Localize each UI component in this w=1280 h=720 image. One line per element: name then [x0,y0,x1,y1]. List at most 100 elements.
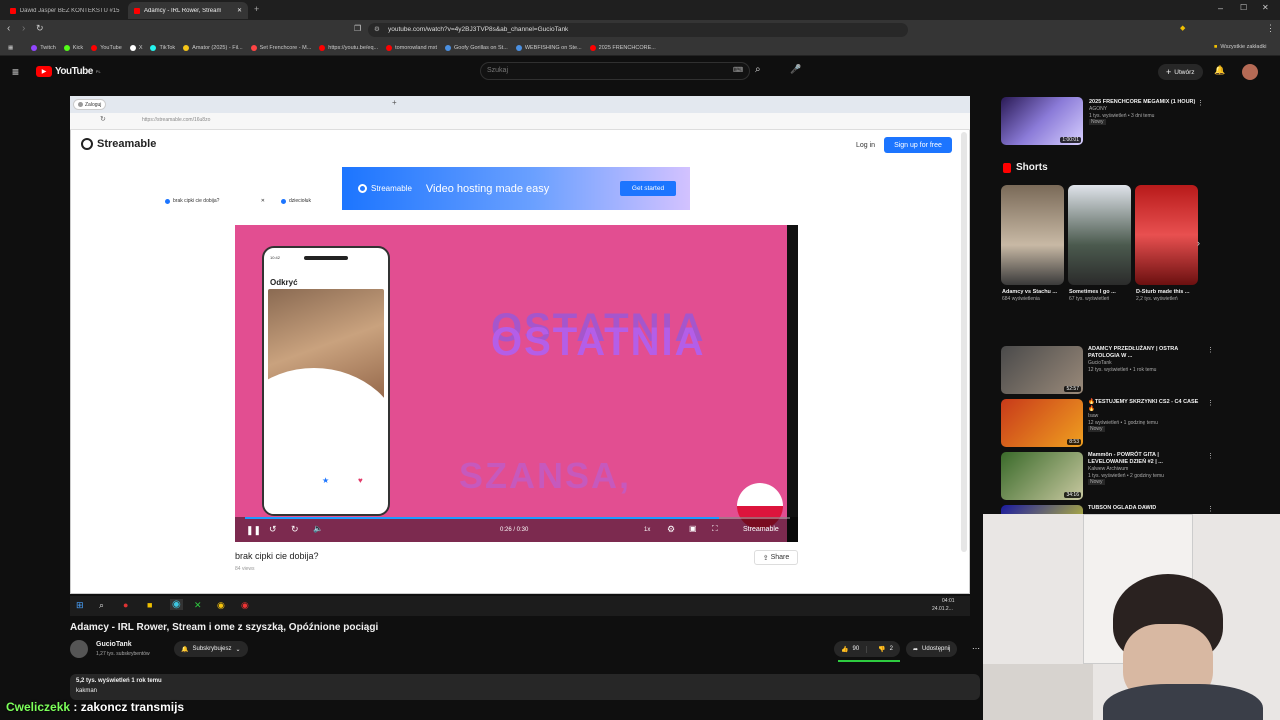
xbox-icon[interactable]: ✕ [194,600,202,611]
close-tab-icon[interactable]: ✕ [261,198,265,204]
bookmark-item[interactable]: 2025 FRENCHCORE... [589,44,656,51]
bookmark-item[interactable]: YouTube [91,44,122,51]
short-meta[interactable]: D-Sturb made this ... 2,2 tys. wyświetleń [1136,289,1194,303]
playback-speed[interactable]: 1x [644,527,650,533]
embedded-tab-active[interactable]: brak cipki cie dobija? ✕ [160,194,270,208]
related-video[interactable]: 8:53 🔥TESTUJEMY SKRZYNKI CS2 - C4 CASE🔥 Is… [1001,399,1276,451]
close-window-icon[interactable]: ✕ [1262,3,1269,12]
related-video[interactable]: 34:16 Mammôn - POWRÓT GITA | LEVELOWANIE … [1001,452,1276,504]
embedded-login-button[interactable]: Zaloguj [73,99,107,110]
thumbs-down-icon: 👎 [878,646,886,653]
browser-tab-active[interactable]: Adamcy - IRL Rower, Stream ✕ [128,2,248,19]
bookmark-item[interactable]: Twitch [31,44,56,51]
like-button[interactable]: 👍 90 [834,645,868,653]
progress-track[interactable] [245,517,790,519]
bookmark-item[interactable]: X [129,44,142,51]
bookmark-item[interactable]: WEBFISHING on Ste... [515,44,582,51]
bookmark-item[interactable]: Goofy Gorillas on St... [445,44,508,51]
new-tab-icon[interactable]: + [392,98,397,107]
channel-name[interactable]: GucioTank [96,641,132,648]
keyboard-icon[interactable]: ⌨ [733,63,743,79]
bookmark-item[interactable]: Amator (2025) - Fil... [183,44,243,51]
chrome-icon[interactable]: ◉ [217,600,225,611]
file-explorer-icon[interactable]: ■ [147,600,152,610]
more-options-icon[interactable]: ⋮ [1207,399,1214,451]
signup-button[interactable]: Sign up for free [884,137,952,153]
taskbar-search-icon[interactable]: ⌕ [99,600,104,611]
shorts-next-icon[interactable]: › [1197,238,1200,248]
bookmark-item[interactable]: tomorowland mxt [386,44,437,51]
video-overlay-text-2: SZANSA, [459,455,632,496]
new-tab-icon[interactable]: + [254,4,259,14]
pause-icon[interactable]: ❚❚ [246,525,261,536]
video-duration: 52:57 [1064,386,1081,392]
edge-icon[interactable]: ◉ [170,599,183,610]
volume-icon[interactable]: 🔈 [313,524,323,533]
maximize-icon[interactable]: ☐ [1240,3,1247,12]
bookmark-item[interactable]: https://youtu.be/eq... [319,44,378,51]
video-overlay-text-1: OSTATNIA [491,320,706,364]
more-options-icon[interactable]: ⋮ [1207,452,1214,504]
short-thumbnail[interactable] [1068,185,1131,285]
video-black-edge [787,225,798,542]
related-video[interactable]: 52:57 ADAMCY PRZEDŁUŻANY | OSTRA PATOLOGI… [1001,346,1276,398]
create-button[interactable]: + Utwórz [1158,64,1203,80]
more-options-icon[interactable]: ⋮ [1207,346,1214,398]
description-box[interactable]: 5,2 tys. wyświetleń 1 rok temu kakman [70,674,980,700]
site-info-icon[interactable]: ⚙ [374,23,380,37]
stream-share-button[interactable]: ⇪ Share [754,550,798,565]
search-icon[interactable]: ⌕ [755,64,761,75]
taskbar-app-icon[interactable]: ◉ [241,600,249,611]
reload-icon[interactable]: ↻ [100,115,106,123]
notifications-bell-icon[interactable]: 🔔 [1214,65,1225,76]
pip-icon[interactable]: ▣ [689,524,697,533]
extension-icon[interactable]: ◆ [1180,24,1185,32]
get-started-button[interactable]: Get started [620,181,676,196]
search-input[interactable]: Szukaj ⌨ [480,62,750,80]
subscribed-button[interactable]: 🔔 Subskrybujesz ⌄ [174,641,248,657]
promo-banner[interactable]: Streamable Video hosting made easy Get s… [342,167,690,210]
close-tab-icon[interactable]: ✕ [237,7,242,14]
login-link[interactable]: Log in [856,142,875,149]
related-video-top[interactable]: 1:00:01 2025 FRENCHCORE MEGAMIX (1 HOUR)… [1001,97,1276,147]
address-bar[interactable]: ⚙ youtube.com/watch?v=4y2BJ3TVP8s&ab_cha… [368,23,908,37]
video-stats: 1 tys. wyświetleń • 3 dni temu [1089,112,1155,119]
all-bookmarks-link[interactable]: ■ Wszystkie zakładki [1214,44,1266,50]
bookmark-page-icon[interactable]: ❐ [354,24,361,33]
video-title: 🔥TESTUJEMY SKRZYNKI CS2 - C4 CASE🔥 [1088,399,1199,413]
channel-avatar[interactable] [70,640,88,658]
more-actions-icon[interactable]: ⋯ [972,644,980,653]
menu-icon[interactable]: ⋮ [1266,23,1275,34]
bookmark-item[interactable]: Set Frenchcore - M... [250,44,311,51]
forward-icon[interactable]: › [22,23,25,34]
youtube-logo[interactable]: ▶ YouTube PL [36,66,101,77]
hamburger-menu-icon[interactable]: ≡ [12,65,19,79]
settings-gear-icon[interactable]: ⚙ [667,524,675,535]
minimize-icon[interactable]: – [1218,3,1223,13]
back-icon[interactable]: ‹ [7,23,10,34]
embedded-scrollbar[interactable] [961,132,967,552]
rewind-icon[interactable]: ↺ [269,524,277,535]
share-button[interactable]: ➦ Udostępnij [906,641,958,657]
apps-icon[interactable]: ▦ [8,45,13,51]
short-thumbnail[interactable] [1135,185,1198,285]
browser-tab[interactable]: Dawid Jasper BEZ KONTEKSTU #15 - [4,2,126,19]
avatar[interactable] [1242,64,1258,80]
bookmark-item[interactable]: TikTok [150,44,175,51]
short-thumbnail[interactable] [1001,185,1064,285]
video-title: ADAMCY PRZEDŁUŻANY | OSTRA PATOLOGIA W .… [1088,346,1179,360]
reload-icon[interactable]: ↻ [36,23,44,34]
taskbar-app-icon[interactable]: ● [123,600,128,610]
forward-icon[interactable]: ↻ [291,524,299,535]
microphone-icon[interactable]: 🎤 [790,64,801,75]
windows-start-icon[interactable]: ⊞ [76,600,84,611]
bookmark-item[interactable]: Kick [63,44,83,51]
dislike-button[interactable]: 👎 2 [871,646,900,653]
short-meta[interactable]: Sometimes I go ... 67 tys. wyświetleń [1069,289,1127,303]
embedded-url[interactable]: https://streamable.com/16u8zo [142,117,210,123]
video-channel: Kalwew Archiwum [1088,466,1129,473]
fullscreen-icon[interactable]: ⛶ [712,524,718,534]
short-meta[interactable]: Adamcy vs Stachu ... 684 wyświetlenia [1002,289,1060,303]
more-options-icon[interactable]: ⋮ [1197,99,1204,107]
streamable-logo[interactable]: Streamable [81,138,156,150]
